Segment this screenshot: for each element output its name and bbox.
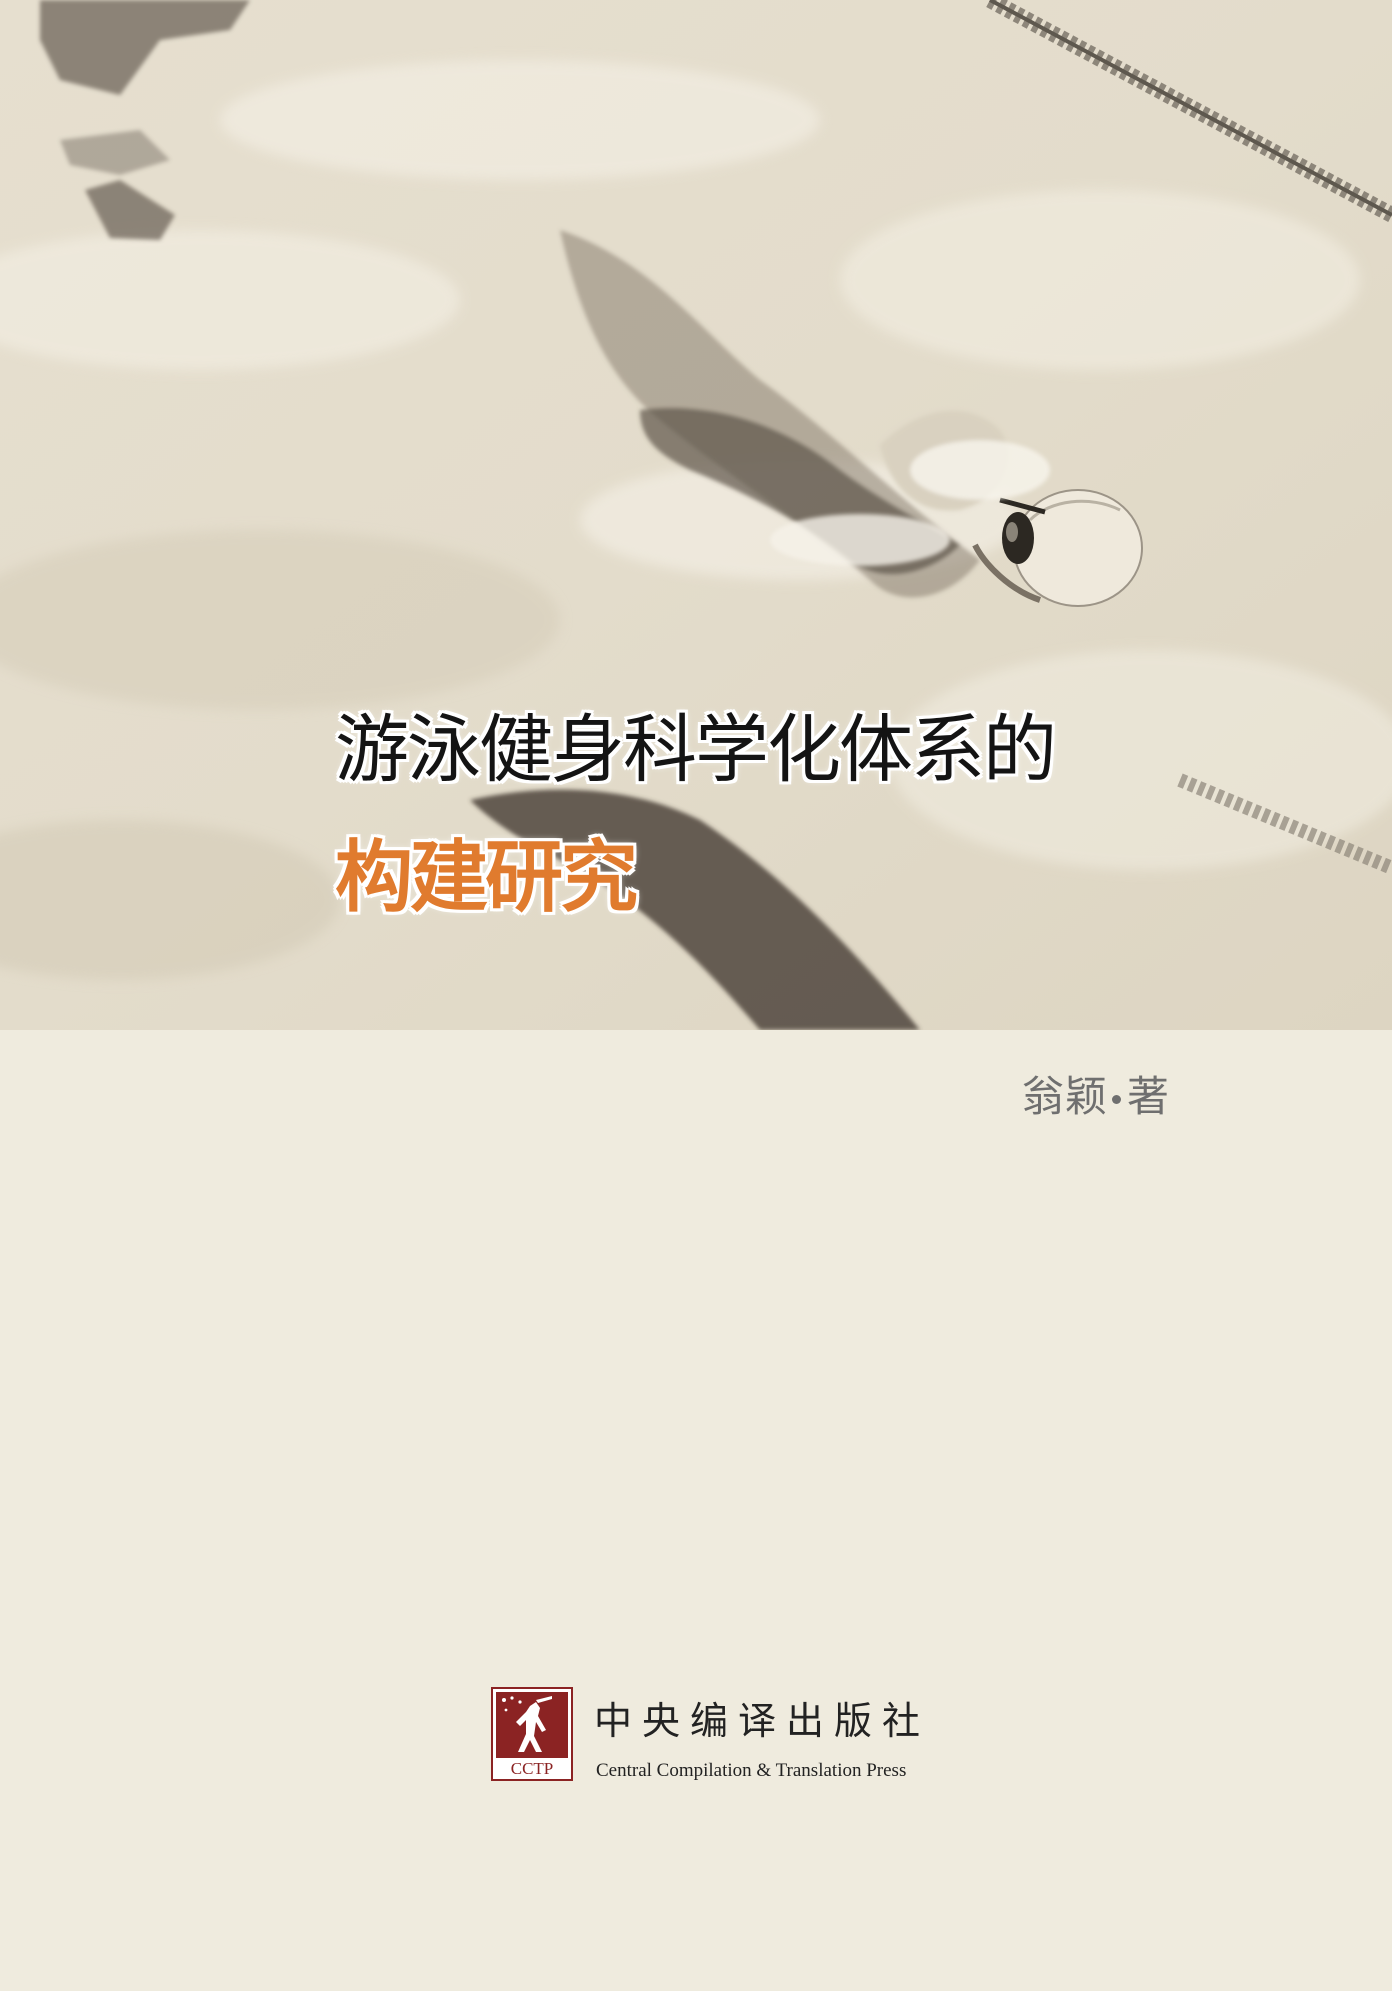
author-credit: 翁颖著 xyxy=(1022,1063,1170,1124)
publisher-name-cn: 中央编译出版社 xyxy=(594,1699,931,1743)
author-role: 著 xyxy=(1127,1072,1171,1121)
publisher-name-en: Central Compilation & Translation Press xyxy=(596,1760,907,1781)
swimmer-photo xyxy=(0,0,1392,1030)
cctp-logo: CCTP xyxy=(491,1687,573,1781)
publisher-block: CCTP 中央编译出版社 Central Compilation & Trans… xyxy=(490,1682,940,1782)
author-name: 翁颖 xyxy=(1022,1072,1109,1121)
book-cover: 游泳健身科学化体系的 构建研究 翁颖著 CCTP 中央编译出版社 Central… xyxy=(0,0,1392,1991)
book-title-line2: 构建研究 xyxy=(335,833,638,923)
logo-text: CCTP xyxy=(511,1759,554,1778)
separator-dot xyxy=(1112,1095,1122,1104)
book-title-line1: 游泳健身科学化体系的 xyxy=(335,707,1057,793)
